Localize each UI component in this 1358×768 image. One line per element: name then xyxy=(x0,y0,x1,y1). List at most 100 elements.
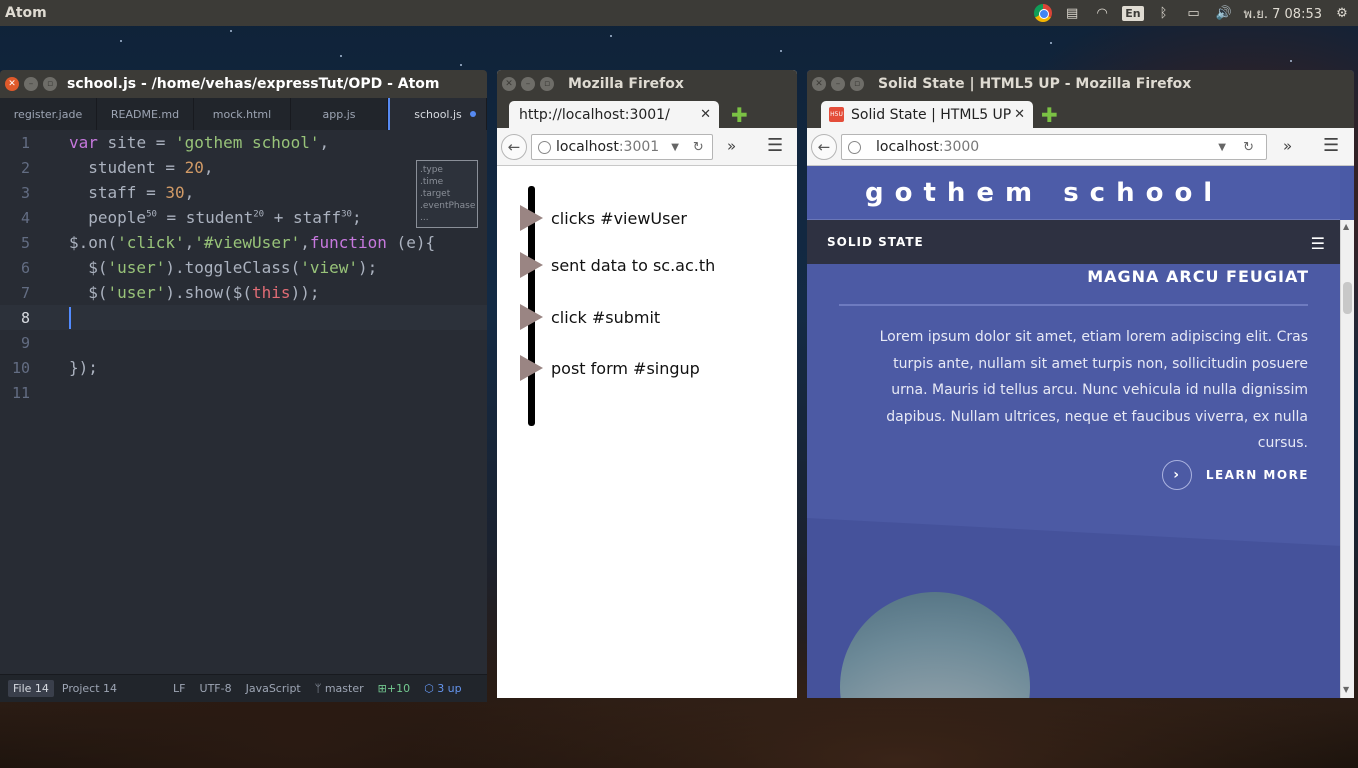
token: )); xyxy=(290,283,320,302)
token: , xyxy=(319,133,330,152)
triangle-marker-icon xyxy=(520,252,543,278)
tab-app-js[interactable]: app.js xyxy=(291,98,388,130)
new-tab-icon[interactable]: ✚ xyxy=(731,103,748,127)
branch-name: master xyxy=(324,682,364,695)
firefox-titlebar[interactable]: ✕ – ▫ Mozilla Firefox xyxy=(497,70,797,98)
autocomplete-item[interactable]: ... xyxy=(420,212,474,224)
page-scrollbar[interactable]: ▲ ▼ xyxy=(1340,220,1354,698)
browser-tab[interactable]: H5U Solid State | HTML5 UP ✕ xyxy=(821,101,1033,128)
back-button[interactable]: ← xyxy=(811,134,837,160)
branch-icon: ᛘ xyxy=(314,682,325,695)
code-editor[interactable]: 1 var site = 'gothem school', 2 student =… xyxy=(0,130,487,674)
close-tab-icon[interactable]: ✕ xyxy=(1014,107,1025,122)
menu-icon[interactable]: ☰ xyxy=(1323,135,1339,156)
scroll-up-icon[interactable]: ▲ xyxy=(1343,222,1349,231)
grammar[interactable]: JavaScript xyxy=(246,682,301,695)
site-header[interactable]: gothem school xyxy=(807,166,1340,220)
encoding[interactable]: UTF-8 xyxy=(200,682,232,695)
hamburger-menu-icon[interactable]: ☰ xyxy=(1311,234,1326,253)
token: 'user' xyxy=(107,283,166,302)
token: ; xyxy=(351,208,362,227)
code-line: 4 people50 = student20 + staff30; xyxy=(0,205,487,230)
battery-icon[interactable]: ▭ xyxy=(1184,3,1204,23)
new-tab-icon[interactable]: ✚ xyxy=(1041,103,1058,127)
browser-tab-bar: H5U Solid State | HTML5 UP ✕ ✚ xyxy=(807,98,1354,128)
tab-school-js[interactable]: school.js xyxy=(388,98,487,130)
dropdown-icon[interactable]: ▼ xyxy=(1218,142,1226,153)
close-window-button[interactable]: ✕ xyxy=(502,77,516,91)
back-button[interactable]: ← xyxy=(501,134,527,160)
git-branch[interactable]: ᛘ master xyxy=(315,682,364,695)
maximize-window-button[interactable]: ▫ xyxy=(850,77,864,91)
minimize-window-button[interactable]: – xyxy=(521,77,535,91)
line-ending[interactable]: LF xyxy=(173,682,185,695)
code-line: 1 var site = 'gothem school', xyxy=(0,130,487,155)
autocomplete-item[interactable]: .time xyxy=(420,176,474,188)
chrome-icon[interactable] xyxy=(1034,4,1053,22)
scroll-down-icon[interactable]: ▼ xyxy=(1343,685,1349,694)
code-line: 10}); xyxy=(0,355,487,380)
file-count[interactable]: File 14 xyxy=(8,680,54,697)
line-number: 4 xyxy=(20,208,30,227)
autocomplete-item[interactable]: .type xyxy=(420,164,474,176)
url-bar[interactable]: localhost:3000 ▼ ↻ xyxy=(841,134,1267,160)
browser-tab-bar: http://localhost:3001/ ✕ ✚ xyxy=(497,98,797,128)
minimize-window-button[interactable]: – xyxy=(831,77,845,91)
atom-titlebar[interactable]: ✕ – ▫ school.js - /home/vehas/expressTut… xyxy=(0,70,487,98)
site-nav-bar: SOLID STATE ☰ xyxy=(807,220,1340,264)
url-host: localhost xyxy=(876,139,939,155)
favicon-icon: H5U xyxy=(829,107,844,122)
url-bar[interactable]: localhost:3001 ▼ ↻ xyxy=(531,134,713,160)
page-section: MAGNA ARCU FEUGIAT Lorem ipsum dolor sit… xyxy=(807,264,1340,698)
keyboard-layout-indicator[interactable]: En xyxy=(1122,5,1144,21)
overflow-chevron-icon[interactable]: » xyxy=(1283,137,1292,155)
minimize-window-button[interactable]: – xyxy=(24,77,38,91)
navigation-toolbar: ← localhost:3000 ▼ ↻ » ☰ xyxy=(807,128,1354,166)
autocomplete-item[interactable]: .target xyxy=(420,188,474,200)
gear-icon[interactable]: ⚙ xyxy=(1332,3,1352,23)
learn-more-link[interactable]: › LEARN MORE xyxy=(1161,460,1309,490)
wifi-icon[interactable]: ◠ xyxy=(1092,3,1112,23)
project-count[interactable]: Project 14 xyxy=(62,682,117,695)
reload-icon[interactable]: ↻ xyxy=(693,140,704,155)
close-window-button[interactable]: ✕ xyxy=(5,77,19,91)
bluetooth-icon[interactable]: ᛒ xyxy=(1154,3,1174,23)
line-number: 8 xyxy=(20,308,30,327)
volume-icon[interactable]: 🔊 xyxy=(1214,3,1234,23)
menu-icon[interactable]: ☰ xyxy=(767,135,783,156)
autocomplete-popup[interactable]: .type .time .target .eventPhase ... xyxy=(416,160,478,228)
token: , xyxy=(203,158,214,177)
clipboard-icon[interactable]: ▤ xyxy=(1062,3,1082,23)
git-diff[interactable]: ⊞+10 xyxy=(378,682,410,695)
scrollbar-thumb[interactable] xyxy=(1343,282,1352,314)
token: ( xyxy=(290,258,301,277)
line-number: 1 xyxy=(20,133,30,152)
atom-window: ✕ – ▫ school.js - /home/vehas/expressTut… xyxy=(0,70,487,702)
nav-brand[interactable]: SOLID STATE xyxy=(827,235,924,249)
inline-value-annotation: 50 xyxy=(146,209,157,220)
inline-value-annotation: 20 xyxy=(253,209,265,220)
top-panel: Atom ▤ ◠ En ᛒ ▭ 🔊 พ.ย. 7 08:53 ⚙ xyxy=(0,0,1358,26)
tab-mock-html[interactable]: mock.html xyxy=(194,98,291,130)
code-line: 9 xyxy=(0,330,487,355)
browser-tab[interactable]: http://localhost:3001/ ✕ xyxy=(509,101,719,128)
tab-readme-md[interactable]: README.md xyxy=(97,98,194,130)
firefox-titlebar[interactable]: ✕ – ▫ Solid State | HTML5 UP - Mozilla F… xyxy=(807,70,1354,98)
autocomplete-item[interactable]: .eventPhase xyxy=(420,200,475,212)
url-port: :3001 xyxy=(618,139,660,155)
close-window-button[interactable]: ✕ xyxy=(812,77,826,91)
package-updates[interactable]: ⬡ 3 up xyxy=(424,682,462,695)
overflow-chevron-icon[interactable]: » xyxy=(727,137,736,155)
close-tab-icon[interactable]: ✕ xyxy=(700,107,711,122)
tab-register-jade[interactable]: register.jade xyxy=(0,98,97,130)
url-host: localhost xyxy=(556,139,619,155)
token: var xyxy=(69,133,98,152)
clock[interactable]: พ.ย. 7 08:53 xyxy=(1244,3,1322,24)
reload-icon[interactable]: ↻ xyxy=(1243,140,1254,155)
maximize-window-button[interactable]: ▫ xyxy=(43,77,57,91)
step-label: sent data to sc.ac.th xyxy=(551,255,716,275)
token: show xyxy=(184,283,224,302)
dropdown-icon[interactable]: ▼ xyxy=(671,142,679,153)
section-title: MAGNA ARCU FEUGIAT xyxy=(1087,267,1309,286)
maximize-window-button[interactable]: ▫ xyxy=(540,77,554,91)
